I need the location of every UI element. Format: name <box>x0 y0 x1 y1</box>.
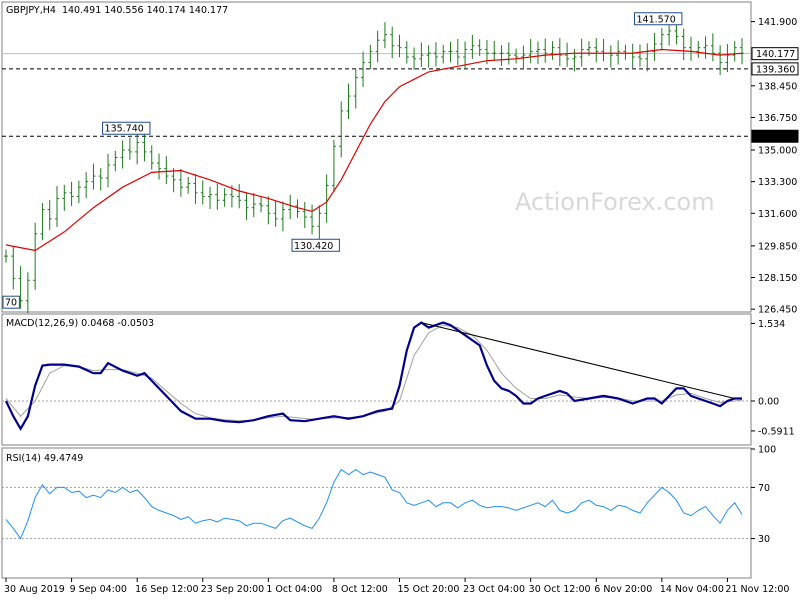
watermark-text: ActionForex.com <box>515 188 715 216</box>
annotation-label-0: 135.740 <box>105 124 144 135</box>
main-panel-title: GBPJPY,H4 140.491 140.556 140.174 140.177 <box>6 5 228 16</box>
xtick-label: 14 Nov 04:00 <box>660 584 724 595</box>
chart-svg: 135.740 130.420 141.570 70 141.900 138.450 13… <box>0 0 800 600</box>
rsi-panel-title: RSI(14) 49.4749 <box>6 453 83 464</box>
symbol-label: GBPJPY,H4 <box>6 5 56 16</box>
xtick-label: 8 Oct 12:00 <box>332 584 388 595</box>
macd-panel-title: MACD(12,26,9) 0.0468 -0.0503 <box>6 318 154 329</box>
main-ytick-label: 135.000 <box>758 146 797 157</box>
macd-ytick-label: 0.00 <box>758 397 779 408</box>
xtick-label: 15 Oct 20:00 <box>398 584 460 595</box>
macd-ytick-label: -0.5911 <box>758 426 795 437</box>
xtick-label: 9 Sep 04:00 <box>70 584 127 595</box>
main-ytick-label: 136.750 <box>758 113 797 124</box>
annotation-label-1: 130.420 <box>294 241 333 252</box>
rsi-ytick-label: 100 <box>758 445 776 456</box>
xtick-label: 23 Sep 20:00 <box>201 584 264 595</box>
xtick-label: 1 Oct 04:00 <box>266 584 322 595</box>
chart-stage: 135.740 130.420 141.570 70 141.900 138.450 13… <box>0 0 800 600</box>
annotation-label-3: 70 <box>5 298 17 309</box>
xtick-label: 6 Nov 20:00 <box>594 584 652 595</box>
main-ytick-label: 131.600 <box>758 209 797 220</box>
xtick-label: 16 Sep 12:00 <box>135 584 198 595</box>
annotation-label-2: 141.570 <box>636 14 675 25</box>
xtick-label: 23 Oct 04:00 <box>463 584 525 595</box>
level-tag-label-1: 135.740 <box>756 132 795 143</box>
macd-ytick-label: 1.534 <box>758 319 785 330</box>
xtick-label: 30 Aug 2019 <box>4 584 65 595</box>
main-ytick-label: 126.450 <box>758 305 797 316</box>
rsi-ytick-label: 70 <box>758 483 770 494</box>
xtick-label: 21 Nov 12:00 <box>725 584 789 595</box>
main-ytick-label: 138.450 <box>758 81 797 92</box>
main-ytick-label: 128.150 <box>758 273 797 284</box>
main-ytick-label: 129.850 <box>758 241 797 252</box>
main-ytick-label: 133.300 <box>758 177 797 188</box>
rsi-ytick-label: 30 <box>758 534 770 545</box>
ohlc-label: 140.491 140.556 140.174 140.177 <box>62 5 228 16</box>
level-tag-label-0: 139.360 <box>756 64 795 75</box>
main-ytick-label: 141.900 <box>758 17 797 28</box>
current-price-label: 140.177 <box>756 49 795 60</box>
xtick-label: 30 Oct 12:00 <box>529 584 591 595</box>
